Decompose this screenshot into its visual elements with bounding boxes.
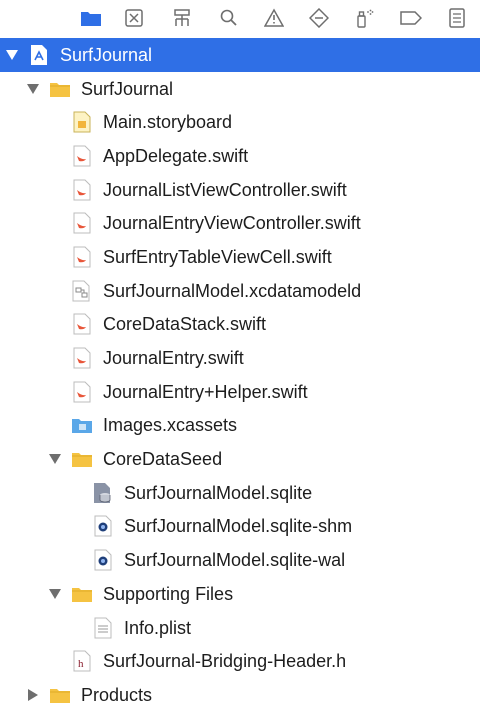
swift-file-icon xyxy=(71,381,93,403)
tree-row-file[interactable]: AppDelegate.swift xyxy=(0,139,480,173)
source-control-icon[interactable] xyxy=(122,6,146,30)
tree-row-label: CoreDataStack.swift xyxy=(103,314,267,335)
tree-row-project[interactable]: SurfJournal xyxy=(0,38,480,72)
storyboard-file-icon xyxy=(71,111,93,133)
disclosure-expanded-icon[interactable] xyxy=(48,452,62,466)
tree-row-file[interactable]: JournalEntryViewController.swift xyxy=(0,206,480,240)
xcode-project-icon xyxy=(28,44,50,66)
tree-row-label: AppDelegate.swift xyxy=(103,145,249,166)
tree-row-label: SurfJournal-Bridging-Header.h xyxy=(103,651,347,672)
disclosure-expanded-icon[interactable] xyxy=(26,82,40,96)
tree-row-label: Products xyxy=(81,684,153,705)
tree-row-file[interactable]: SurfEntryTableViewCell.swift xyxy=(0,240,480,274)
breakpoint-icon[interactable] xyxy=(399,6,423,30)
swift-file-icon xyxy=(71,179,93,201)
disclosure-expanded-icon[interactable] xyxy=(5,48,19,62)
disclosure-expanded-icon[interactable] xyxy=(48,587,62,601)
tree-row-label: Main.storyboard xyxy=(103,112,233,133)
test-navigator-icon[interactable] xyxy=(307,6,331,30)
tree-row-label: Info.plist xyxy=(124,617,192,638)
tree-row-label: JournalListViewController.swift xyxy=(103,179,347,200)
tree-row-file[interactable]: Info.plist xyxy=(0,611,480,645)
sqlite-aux-file-icon xyxy=(92,549,114,571)
tree-row-label: JournalEntryViewController.swift xyxy=(103,213,361,234)
swift-file-icon xyxy=(71,246,93,268)
navigator-toolbar xyxy=(0,0,480,38)
tree-row-file[interactable]: JournalEntry.swift xyxy=(0,341,480,375)
tree-row-label: SurfJournalModel.sqlite-shm xyxy=(124,516,353,537)
tree-row-file[interactable]: h SurfJournal-Bridging-Header.h xyxy=(0,644,480,678)
header-file-icon: h xyxy=(71,650,93,672)
tree-row-group-coredataseed[interactable]: CoreDataSeed xyxy=(0,442,480,476)
search-icon[interactable] xyxy=(217,6,241,30)
tree-row-file[interactable]: Main.storyboard xyxy=(0,105,480,139)
tree-row-file[interactable]: SurfJournalModel.sqlite-wal xyxy=(0,543,480,577)
tree-row-file[interactable]: SurfJournalModel.sqlite xyxy=(0,476,480,510)
symbol-hierarchy-icon[interactable] xyxy=(170,6,194,30)
plist-file-icon xyxy=(92,617,114,639)
debug-spray-icon[interactable] xyxy=(352,6,376,30)
folder-icon xyxy=(49,78,71,100)
tree-row-file[interactable]: Images.xcassets xyxy=(0,409,480,443)
swift-file-icon xyxy=(71,347,93,369)
project-navigator-folder-icon[interactable] xyxy=(79,6,103,30)
swift-file-icon xyxy=(71,313,93,335)
swift-file-icon xyxy=(71,212,93,234)
report-icon[interactable] xyxy=(445,6,469,30)
database-file-icon xyxy=(92,482,114,504)
tree-row-label: Images.xcassets xyxy=(103,415,238,436)
tree-row-label: SurfEntryTableViewCell.swift xyxy=(103,246,332,267)
tree-row-file[interactable]: JournalEntry+Helper.swift xyxy=(0,375,480,409)
tree-row-label: CoreDataSeed xyxy=(103,449,223,470)
asset-catalog-icon xyxy=(71,414,93,436)
sqlite-aux-file-icon xyxy=(92,515,114,537)
tree-row-file[interactable]: CoreDataStack.swift xyxy=(0,308,480,342)
tree-row-file[interactable]: SurfJournalModel.sqlite-shm xyxy=(0,510,480,544)
folder-icon xyxy=(49,684,71,706)
data-model-file-icon xyxy=(71,280,93,302)
tree-row-file[interactable]: JournalListViewController.swift xyxy=(0,173,480,207)
tree-row-label: SurfJournalModel.xcdatamodeld xyxy=(103,280,362,301)
tree-row-group-products[interactable]: Products xyxy=(0,678,480,712)
tree-row-file[interactable]: SurfJournalModel.xcdatamodeld xyxy=(0,274,480,308)
svg-text:h: h xyxy=(78,658,84,670)
tree-row-label: SurfJournalModel.sqlite xyxy=(124,482,313,503)
tree-row-label: SurfJournal xyxy=(60,44,153,65)
tree-row-label: Supporting Files xyxy=(103,583,234,604)
warning-icon[interactable] xyxy=(262,6,286,30)
tree-row-label: JournalEntry+Helper.swift xyxy=(103,381,308,402)
disclosure-collapsed-icon[interactable] xyxy=(26,688,40,702)
folder-icon xyxy=(71,583,93,605)
tree-row-label: SurfJournalModel.sqlite-wal xyxy=(124,550,346,571)
swift-file-icon xyxy=(71,145,93,167)
tree-row-label: SurfJournal xyxy=(81,78,174,99)
tree-row-group-supporting-files[interactable]: Supporting Files xyxy=(0,577,480,611)
project-navigator-tree: SurfJournal SurfJournal Main.storyboard … xyxy=(0,38,480,712)
folder-icon xyxy=(71,448,93,470)
tree-row-label: JournalEntry.swift xyxy=(103,348,244,369)
tree-row-group-surfjournal[interactable]: SurfJournal xyxy=(0,72,480,106)
